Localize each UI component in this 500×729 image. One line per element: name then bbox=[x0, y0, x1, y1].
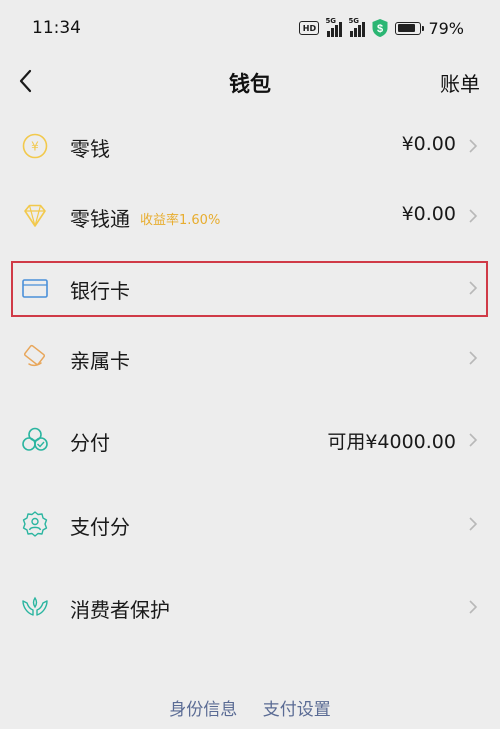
family-card-icon bbox=[23, 344, 46, 367]
menu-item-label-wrap: 零钱通 收益率1.60% bbox=[70, 203, 220, 232]
signal-bar bbox=[358, 25, 362, 37]
hd-icon: HD bbox=[299, 21, 320, 35]
menu-item-consumer-protection[interactable]: 消费者保护 bbox=[0, 579, 500, 635]
menu-item-value: ¥0.00 bbox=[401, 203, 456, 225]
bank-card-icon bbox=[22, 279, 48, 298]
signal-bar bbox=[335, 25, 339, 37]
network-type-label: 5G bbox=[325, 17, 337, 25]
security-shield-icon: $ bbox=[372, 19, 388, 37]
shield-glyph: $ bbox=[377, 23, 383, 35]
signal-bar bbox=[331, 28, 335, 37]
bill-button[interactable]: 账单 bbox=[440, 68, 480, 97]
battery-fill bbox=[397, 24, 415, 32]
menu-item-label: 亲属卡 bbox=[70, 349, 130, 373]
menu-item-label: 分付 bbox=[70, 431, 110, 455]
status-icons: HD 5G 5G $ 79% bbox=[299, 17, 464, 39]
battery-tip bbox=[422, 25, 425, 31]
chevron-right-icon bbox=[469, 433, 478, 447]
signal-bar bbox=[339, 22, 343, 37]
menu-item-change[interactable]: ¥ 零钱 ¥0.00 bbox=[0, 118, 500, 174]
footer-links: 身份信息 支付设置 bbox=[0, 695, 500, 720]
network-type-label: 5G bbox=[348, 17, 360, 25]
menu-item-family-card[interactable]: 亲属卡 bbox=[0, 330, 500, 386]
menu-item-value: 可用¥4000.00 bbox=[327, 431, 456, 453]
signal-bar bbox=[354, 28, 358, 37]
chevron-right-icon bbox=[469, 517, 478, 531]
signal-bar bbox=[327, 31, 331, 37]
installment-icon bbox=[22, 427, 48, 451]
signal-icon-2: 5G bbox=[348, 17, 366, 37]
battery-percent: 79% bbox=[428, 18, 464, 38]
yield-rate-tag: 收益率1.60% bbox=[140, 213, 221, 228]
menu-item-label: 零钱 bbox=[70, 137, 110, 161]
payment-settings-link[interactable]: 支付设置 bbox=[263, 700, 331, 720]
signal-bar bbox=[350, 31, 354, 37]
menu-item-label: 支付分 bbox=[70, 515, 130, 539]
diamond-icon bbox=[24, 204, 46, 227]
identity-info-link[interactable]: 身份信息 bbox=[169, 700, 237, 720]
menu-item-installment[interactable]: 分付 可用¥4000.00 bbox=[0, 412, 500, 468]
signal-icon-1: 5G bbox=[325, 17, 343, 37]
consumer-protection-icon bbox=[22, 596, 48, 616]
status-time: 11:34 bbox=[32, 18, 81, 38]
battery-body bbox=[395, 21, 422, 35]
battery-icon: 79% bbox=[395, 19, 464, 38]
menu-item-pay-score[interactable]: 支付分 bbox=[0, 496, 500, 552]
menu-item-label: 消费者保护 bbox=[70, 598, 170, 622]
menu-item-label: 银行卡 bbox=[70, 279, 130, 303]
coin-yen-icon: ¥ bbox=[22, 133, 48, 159]
menu-item-lqt[interactable]: 零钱通 收益率1.60% ¥0.00 bbox=[0, 188, 500, 244]
svg-text:¥: ¥ bbox=[31, 140, 39, 154]
menu-item-label: 零钱通 bbox=[70, 207, 130, 231]
chevron-right-icon bbox=[469, 600, 478, 614]
page-title: 钱包 bbox=[229, 72, 271, 96]
pay-score-icon bbox=[22, 511, 48, 537]
chevron-right-icon bbox=[469, 209, 478, 223]
signal-bar bbox=[362, 22, 366, 37]
chevron-right-icon bbox=[469, 139, 478, 153]
menu-item-bank-card[interactable]: 银行卡 bbox=[0, 260, 500, 316]
chevron-right-icon bbox=[469, 351, 478, 365]
status-bar: 11:34 HD 5G 5G $ 79% bbox=[0, 0, 500, 56]
menu-item-value: ¥0.00 bbox=[401, 133, 456, 155]
chevron-right-icon bbox=[469, 281, 478, 295]
nav-header: 钱包 账单 bbox=[0, 56, 500, 106]
